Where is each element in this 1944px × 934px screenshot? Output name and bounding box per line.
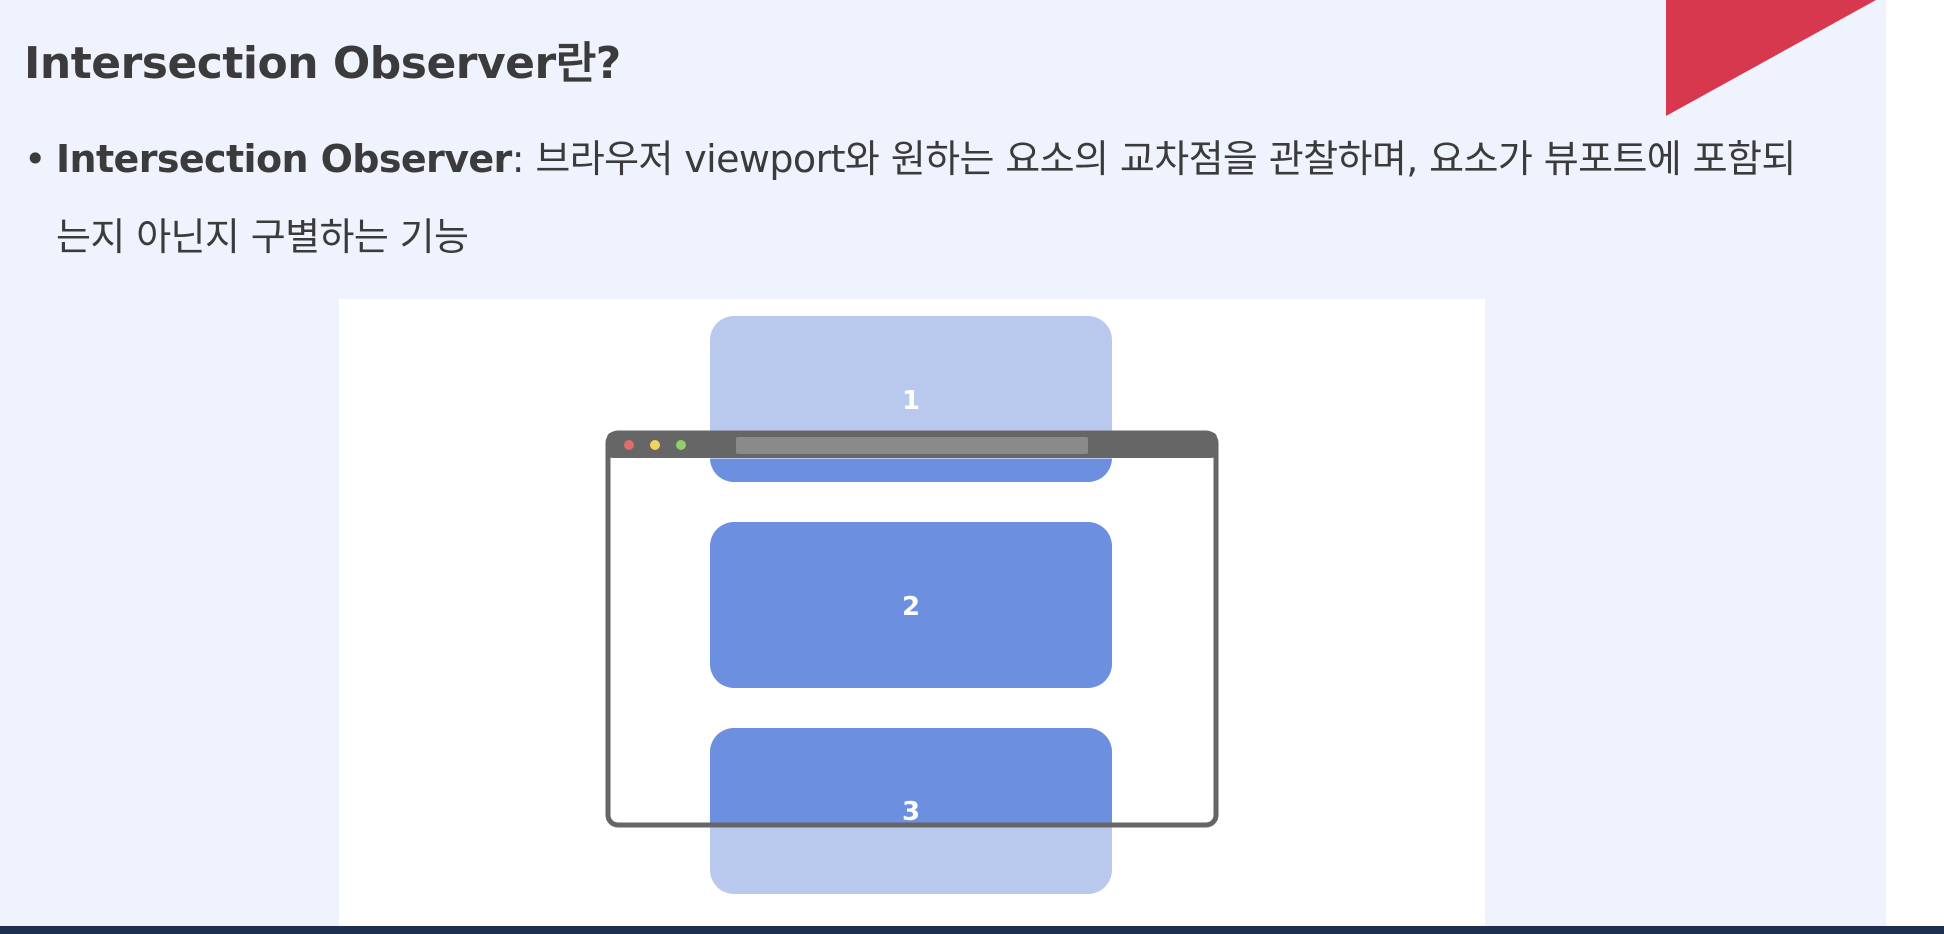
bullet-list: • Intersection Observer: 브라우저 viewport와 …	[24, 120, 1824, 276]
box-2-label: 2	[902, 592, 920, 622]
window-close-dot	[624, 440, 634, 450]
slide: Intersection Observer란? • Intersection O…	[0, 0, 1886, 926]
window-minimize-dot	[650, 440, 660, 450]
bullet-term: Intersection Observer	[56, 137, 512, 181]
bullet-marker: •	[24, 137, 46, 181]
accent-triangle-shape	[1666, 0, 1876, 116]
intersection-diagram: 1 2 3	[339, 299, 1485, 926]
corner-accent-triangle	[1666, 0, 1876, 116]
bottom-bar	[0, 926, 1944, 934]
window-maximize-dot	[676, 440, 686, 450]
diagram-canvas: 1 2 3	[605, 316, 1219, 894]
box-3-label: 3	[902, 797, 920, 827]
bullet-item: • Intersection Observer: 브라우저 viewport와 …	[24, 120, 1824, 276]
right-margin	[1886, 0, 1944, 926]
browser-address-bar	[736, 437, 1088, 454]
page-title: Intersection Observer란?	[24, 38, 621, 89]
box-1-label: 1	[902, 386, 920, 416]
